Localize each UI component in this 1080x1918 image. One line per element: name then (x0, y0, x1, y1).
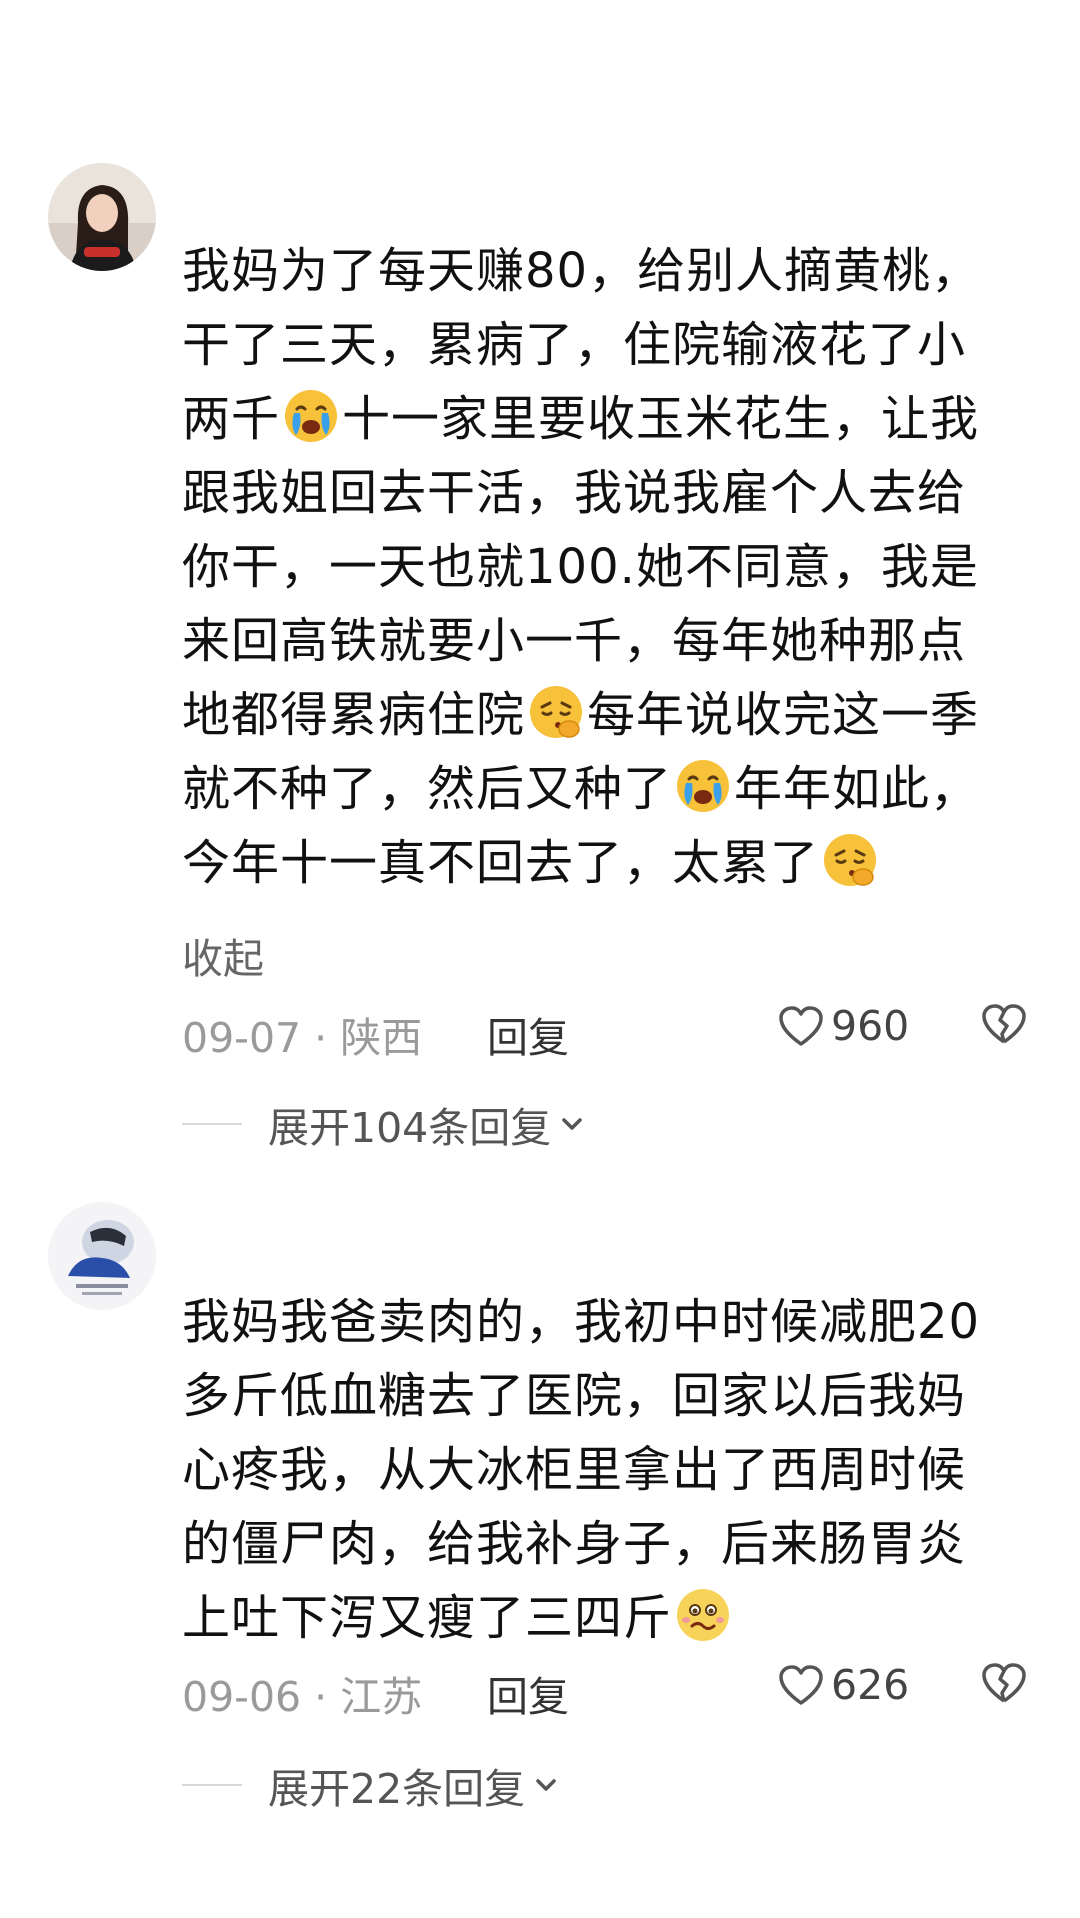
reply-button[interactable]: 回复 (487, 1663, 569, 1723)
comment-text-line: 多斤低血糖去了医院，回家以后我妈 (182, 1359, 1022, 1433)
comment-text-segment: 每年说收完这一季 (587, 687, 980, 743)
comment-text-segment: 跟我姐回去干活，我说我雇个人去给 (182, 465, 967, 521)
expand-replies-button[interactable]: 展开104条回复 (182, 1094, 587, 1154)
comment-text-segment: 今年十一真不回去了，太累了 (182, 835, 820, 891)
like-count: 960 (831, 1002, 910, 1050)
comment-text-segment: 的僵尸肉，给我补身子，后来肠胃炎 (182, 1516, 967, 1572)
tired-face-emoji (821, 831, 879, 889)
comment-text-line: 的僵尸肉，给我补身子，后来肠胃炎 (182, 1507, 1022, 1581)
comment-text-line: 我妈为了每天赚80，给别人摘黄桃， (182, 234, 1022, 308)
comment-text-line: 来回高铁就要小一千，每年她种那点 (182, 604, 1022, 678)
expand-replies-label: 展开22条回复 (268, 1765, 526, 1813)
comment-text-line: 我妈我爸卖肉的，我初中时候减肥20 (182, 1285, 1022, 1359)
expand-replies-label: 展开104条回复 (268, 1104, 552, 1152)
comment-meta: 09-06 · 江苏 回复 626 (182, 1661, 1032, 1723)
comment-date-location: 09-06 · 江苏 (182, 1673, 423, 1721)
comment-text-line: 跟我姐回去干活，我说我雇个人去给 (182, 456, 1022, 530)
comment-text-segment: 两千 (182, 391, 281, 447)
divider-dash (182, 1784, 242, 1786)
collapse-link[interactable]: 收起 (182, 925, 264, 985)
broken-heart-icon (982, 1663, 1026, 1703)
crying-face-emoji (674, 757, 732, 815)
like-button[interactable]: 960 (777, 1002, 909, 1050)
expand-replies-button[interactable]: 展开22条回复 (182, 1755, 561, 1815)
comment-text-segment: 我妈为了每天赚80，给别人摘黄桃， (182, 243, 981, 299)
comment-text-segment: 我妈我爸卖肉的，我初中时候减肥20 (182, 1294, 981, 1350)
comment-text-segment: 年年如此， (734, 761, 980, 817)
comment-text-segment: 干了三天，累病了，住院输液花了小 (182, 317, 967, 373)
comment-text-segment: 来回高铁就要小一千，每年她种那点 (182, 613, 967, 669)
comment-text-line: 就不种了，然后又种了 年年如此， (182, 752, 1022, 826)
reply-button[interactable]: 回复 (487, 1004, 569, 1064)
comment-text-line: 干了三天，累病了，住院输液花了小 (182, 308, 1022, 382)
comment-text-line: 今年十一真不回去了，太累了 (182, 826, 1022, 900)
comment-text-segment: 十一家里要收玉米花生，让我 (342, 391, 980, 447)
comment-text-segment: 地都得累病住院 (182, 687, 526, 743)
crying-face-emoji (282, 387, 340, 445)
comment-text: 我妈为了每天赚80，给别人摘黄桃， 干了三天，累病了，住院输液花了小 两千 十一家里要… (182, 234, 1022, 900)
comment-text-line: 心疼我，从大冰柜里拿出了西周时候 (182, 1433, 1022, 1507)
sick-face-emoji (674, 1586, 732, 1644)
comment-text-line: 地都得累病住院 每年说收完这一季 (182, 678, 1022, 752)
avatar[interactable] (48, 1202, 156, 1310)
heart-icon (779, 1665, 823, 1705)
comment-text-line: 上吐下泻又瘦了三四斤 (182, 1581, 1022, 1655)
chevron-down-icon (562, 1118, 583, 1130)
comment-meta: 09-07 · 陕西 回复 960 (182, 1002, 1032, 1064)
comment-text-line: 两千 十一家里要收玉米花生，让我 (182, 382, 1022, 456)
comment-text-segment: 心疼我，从大冰柜里拿出了西周时候 (182, 1442, 967, 1498)
comment-text-segment: 你干，一天也就100.她不同意，我是 (182, 539, 979, 595)
dislike-button[interactable] (980, 1002, 1028, 1056)
comment-text-segment: 多斤低血糖去了医院，回家以后我妈 (182, 1368, 967, 1424)
broken-heart-icon (982, 1004, 1026, 1044)
comment-text-segment: 上吐下泻又瘦了三四斤 (182, 1590, 673, 1646)
dislike-button[interactable] (980, 1661, 1028, 1715)
comment-text-line: 你干，一天也就100.她不同意，我是 (182, 530, 1022, 604)
chevron-down-icon (536, 1779, 556, 1791)
divider-dash (182, 1123, 242, 1125)
avatar[interactable] (48, 163, 156, 271)
comment-date-location: 09-07 · 陕西 (182, 1014, 423, 1062)
heart-icon (779, 1006, 823, 1046)
like-count: 626 (831, 1661, 910, 1709)
tired-face-emoji (527, 683, 585, 741)
like-button[interactable]: 626 (777, 1661, 909, 1709)
comment-text: 我妈我爸卖肉的，我初中时候减肥20 多斤低血糖去了医院，回家以后我妈 心疼我，从大冰… (182, 1285, 1022, 1655)
comment-text-segment: 就不种了，然后又种了 (182, 761, 673, 817)
